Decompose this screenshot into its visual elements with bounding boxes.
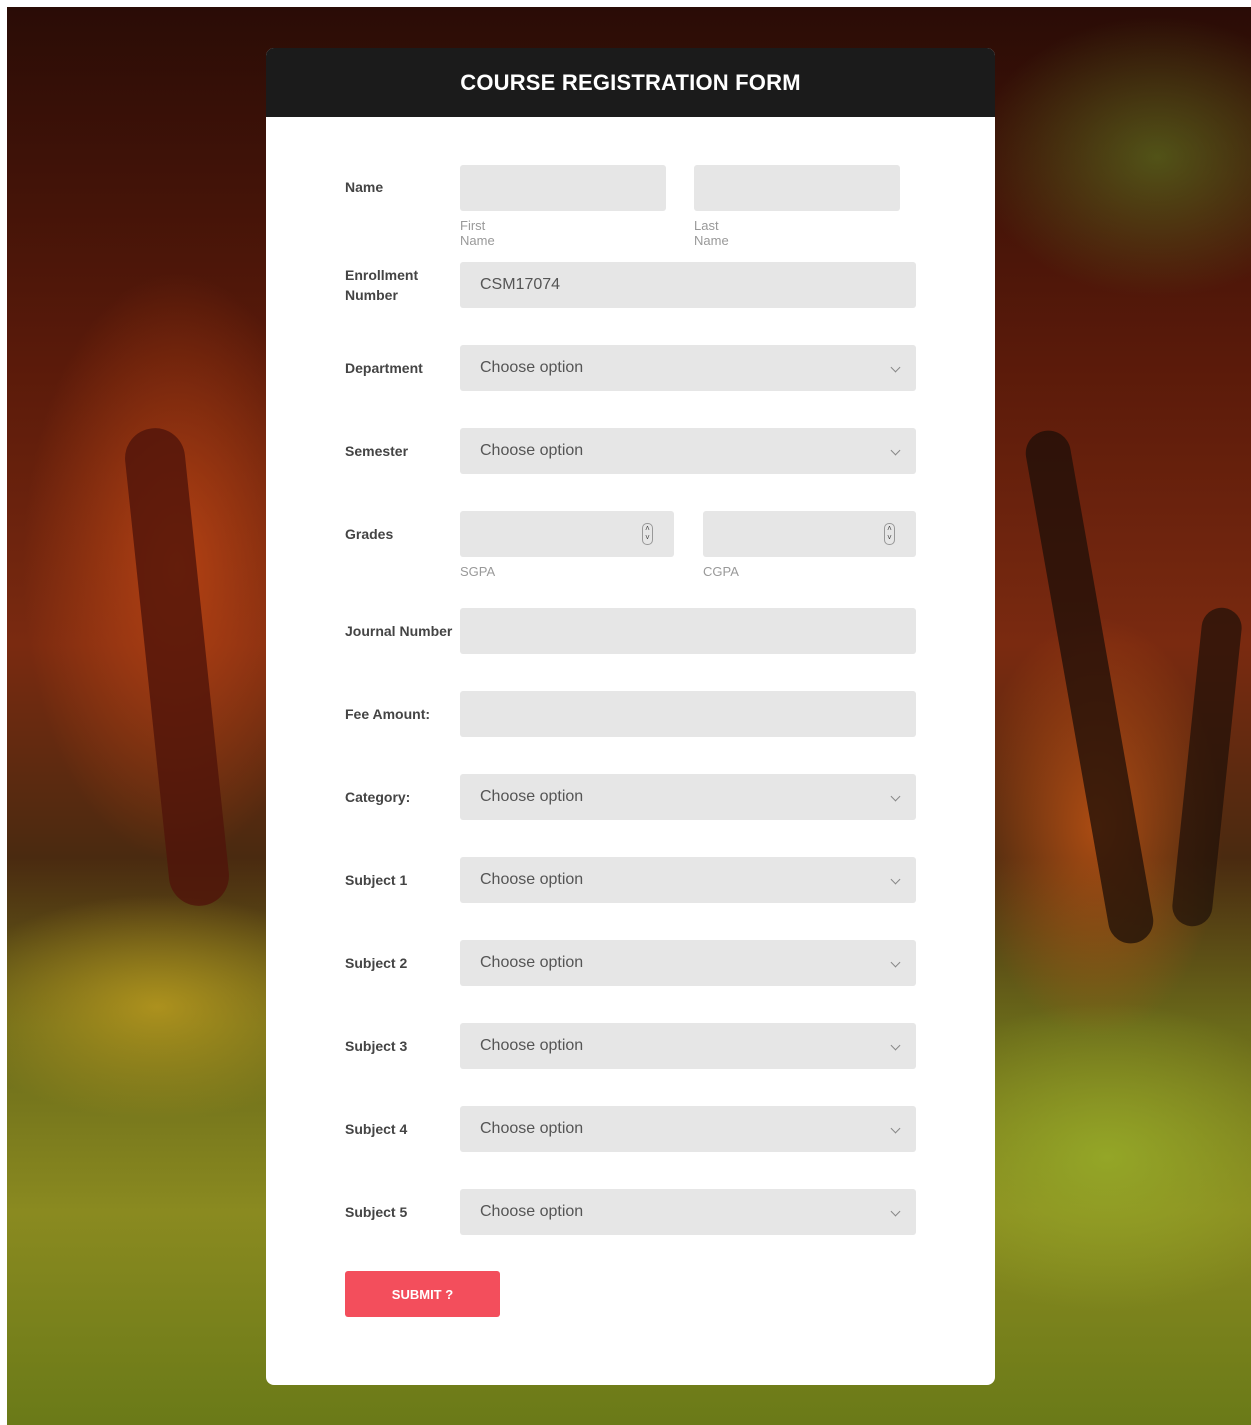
subject1-select-value: Choose option (480, 871, 584, 888)
form-header: COURSE REGISTRATION FORM (266, 48, 995, 117)
spinner-icon[interactable]: ˄ ˅ (642, 523, 653, 545)
subject2-select[interactable]: Choose option (460, 940, 916, 986)
subject3-label: Subject 3 (345, 1038, 408, 1054)
department-select[interactable]: Choose option (460, 345, 916, 391)
semester-select[interactable]: Choose option (460, 428, 916, 474)
registration-form-card: COURSE REGISTRATION FORM Name First Name… (266, 48, 995, 1385)
sgpa-hint: SGPA (460, 564, 496, 579)
cgpa-input[interactable]: ˄ ˅ (703, 511, 916, 557)
chevron-down-icon (890, 957, 901, 968)
chevron-down-icon (890, 445, 901, 456)
subject1-select[interactable]: Choose option (460, 857, 916, 903)
name-label: Name (345, 179, 384, 195)
tree-trunk-left (122, 425, 232, 909)
subject2-label: Subject 2 (345, 955, 408, 971)
spinner-icon[interactable]: ˄ ˅ (884, 523, 895, 545)
chevron-down-icon (890, 874, 901, 885)
chevron-down-icon (890, 1206, 901, 1217)
subject3-select[interactable]: Choose option (460, 1023, 916, 1069)
first-name-hint: First Name (460, 218, 495, 248)
subject5-select-value: Choose option (480, 1203, 584, 1220)
subject1-label: Subject 1 (345, 872, 408, 888)
tree-trunk-far-right (1170, 605, 1244, 929)
chevron-down-icon (890, 362, 901, 373)
department-select-value: Choose option (480, 359, 584, 376)
first-name-input[interactable] (460, 165, 666, 211)
fee-label: Fee Amount: (345, 706, 431, 722)
subject4-select-value: Choose option (480, 1120, 584, 1137)
tree-trunk-right (1022, 427, 1157, 947)
form-title: COURSE REGISTRATION FORM (460, 69, 801, 95)
subject3-select-value: Choose option (480, 1037, 584, 1054)
subject5-select[interactable]: Choose option (460, 1189, 916, 1235)
chevron-down-icon (890, 791, 901, 802)
department-label: Department (345, 360, 423, 376)
enrollment-label: Enrollment Number (345, 267, 419, 303)
last-name-hint: Last Name (694, 218, 729, 248)
enrollment-number-input[interactable]: CSM17074 (460, 262, 916, 308)
journal-label: Journal Number (345, 623, 453, 639)
semester-label: Semester (345, 443, 409, 459)
category-label: Category: (345, 789, 411, 805)
chevron-down-icon (890, 1123, 901, 1134)
category-select[interactable]: Choose option (460, 774, 916, 820)
semester-select-value: Choose option (480, 442, 584, 459)
journal-number-input[interactable] (460, 608, 916, 654)
subject5-label: Subject 5 (345, 1204, 408, 1220)
fee-amount-input[interactable] (460, 691, 916, 737)
grades-label: Grades (345, 526, 394, 542)
subject4-select[interactable]: Choose option (460, 1106, 916, 1152)
sgpa-input[interactable]: ˄ ˅ (460, 511, 674, 557)
chevron-down-icon (890, 1040, 901, 1051)
last-name-input[interactable] (694, 165, 900, 211)
category-select-value: Choose option (480, 788, 584, 805)
submit-button[interactable]: SUBMIT ? (345, 1271, 500, 1317)
subject4-label: Subject 4 (345, 1121, 408, 1137)
cgpa-hint: CGPA (703, 564, 739, 579)
subject2-select-value: Choose option (480, 954, 584, 971)
